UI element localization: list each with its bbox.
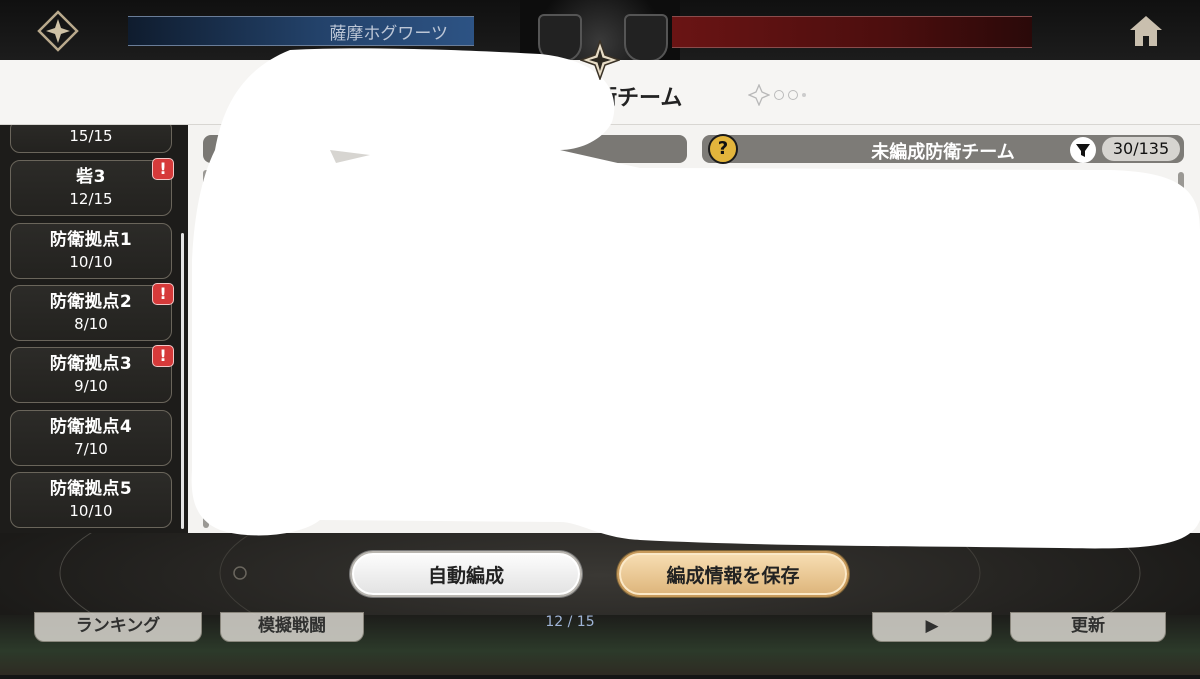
base-name: 砦3 [76, 167, 106, 187]
base-name: 防衛拠点3 [49, 354, 133, 374]
score-readout: 12 / 15 [545, 614, 595, 630]
base-name: 防衛拠点5 [49, 479, 133, 499]
base-count: 8/10 [74, 315, 108, 333]
unassigned-count: 30/135 [1102, 137, 1180, 161]
page-title: 衛チーム [595, 86, 683, 111]
enemy-shield-icon [624, 14, 668, 62]
base-item-defense-5[interactable]: 防衛拠点5 10/10 [10, 472, 172, 528]
base-item-defense-1[interactable]: 防衛拠点1 10/10 [10, 223, 172, 279]
base-item-defense-2[interactable]: 防衛拠点2 8/10 ! [10, 283, 174, 341]
base-count: 10/10 [69, 502, 113, 520]
sidebar-scrollbar[interactable] [181, 233, 184, 529]
unassigned-team-header: ? 未編成防衛チーム 30/135 [702, 134, 1184, 164]
base-item-defense-4[interactable]: 防衛拠点4 7/10 [10, 410, 172, 466]
home-team-bar: 薩摩ホグワーツ [128, 16, 474, 46]
replay-button[interactable]: ▶ [872, 612, 992, 642]
team-grid-frame [203, 170, 209, 528]
alert-badge-icon: ! [152, 283, 174, 305]
base-count: 7/10 [74, 440, 108, 458]
base-count: 9/10 [74, 377, 108, 395]
base-name: 防衛拠点1 [49, 230, 133, 250]
home-icon[interactable] [1122, 8, 1170, 54]
base-count: 12/15 [69, 190, 113, 208]
base-count: 10/10 [69, 253, 113, 271]
home-team-name: 薩摩ホグワーツ [329, 23, 448, 44]
enemy-team-bar [672, 16, 1032, 48]
update-label: 更新 [1071, 616, 1105, 636]
auto-assign-button[interactable]: 自動編成 [350, 551, 582, 597]
base-item-fort-3[interactable]: 砦3 12/15 ! [10, 158, 174, 216]
alert-badge-icon: ! [152, 158, 174, 180]
sparkle-star-icon [580, 40, 620, 80]
base-item[interactable]: 15/15 [10, 125, 172, 153]
ranking-label: ランキング [75, 616, 161, 636]
base-name: 防衛拠点4 [49, 417, 133, 437]
base-count: 15/15 [69, 127, 113, 145]
base-item-defense-3[interactable]: 防衛拠点3 9/10 ! [10, 345, 174, 403]
home-shield-icon [538, 14, 582, 62]
mock-battle-label: 模擬戦闘 [258, 616, 326, 636]
alert-badge-icon: ! [152, 345, 174, 367]
title-ornament-icon [748, 84, 806, 106]
selected-team-header [203, 135, 687, 163]
base-name: 防衛拠点2 [49, 292, 133, 312]
mock-battle-button[interactable]: 模擬戦闘 [220, 612, 364, 642]
save-formation-button[interactable]: 編成情報を保存 [617, 551, 849, 597]
update-button[interactable]: 更新 [1010, 612, 1166, 642]
unassigned-grid-scrollbar[interactable] [1178, 172, 1184, 528]
base-list-sidebar[interactable]: 15/15 砦3 12/15 ! 防衛拠点1 10/10 防衛拠点2 8/10 … [0, 125, 188, 535]
filter-icon[interactable] [1070, 137, 1096, 163]
guild-diamond-icon[interactable] [34, 8, 82, 54]
play-icon: ▶ [925, 616, 939, 636]
ranking-button[interactable]: ランキング [34, 612, 202, 642]
